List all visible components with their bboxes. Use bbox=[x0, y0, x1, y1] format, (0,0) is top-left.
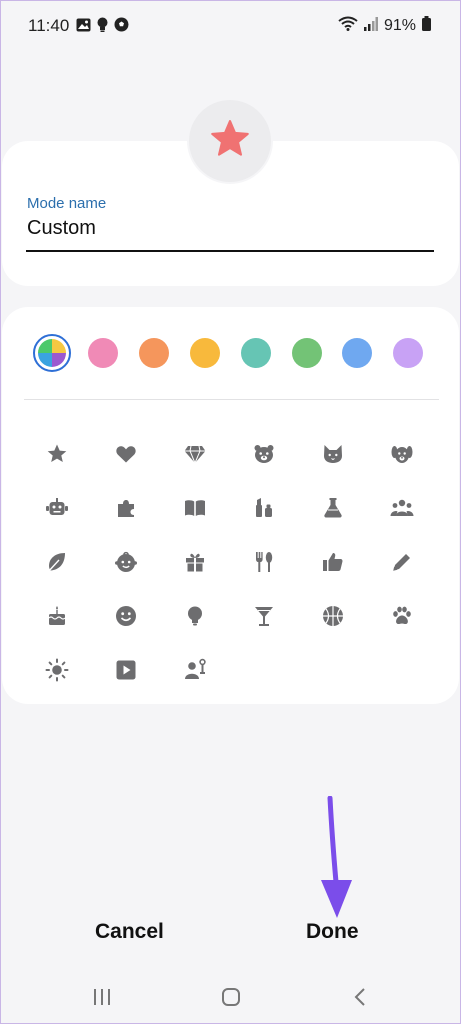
done-button[interactable]: Done bbox=[306, 920, 359, 944]
divider bbox=[24, 399, 439, 400]
color-swatch[interactable] bbox=[87, 338, 118, 368]
cat-icon[interactable] bbox=[317, 438, 349, 470]
navigation-bar bbox=[0, 975, 461, 1020]
star-icon bbox=[209, 119, 251, 164]
cocktail-icon[interactable] bbox=[248, 600, 280, 632]
smiley-icon[interactable] bbox=[110, 600, 142, 632]
back-icon[interactable] bbox=[345, 985, 375, 1009]
color-swatch-row bbox=[33, 334, 427, 372]
action-bar: Cancel Done bbox=[0, 916, 461, 956]
dog-icon[interactable] bbox=[386, 438, 418, 470]
star-icon[interactable] bbox=[41, 438, 73, 470]
icon-color-picker-card bbox=[2, 307, 459, 704]
color-swatch[interactable] bbox=[189, 338, 220, 368]
color-swatch[interactable] bbox=[342, 338, 373, 368]
person-music-icon[interactable] bbox=[179, 654, 211, 686]
home-icon[interactable] bbox=[216, 985, 246, 1009]
diamond-icon[interactable] bbox=[179, 438, 211, 470]
annotation-arrow bbox=[316, 795, 358, 925]
color-swatch-multicolor[interactable] bbox=[33, 334, 71, 372]
recents-icon[interactable] bbox=[87, 985, 117, 1009]
bear-icon[interactable] bbox=[248, 438, 280, 470]
group-icon[interactable] bbox=[386, 492, 418, 524]
battery-icon bbox=[422, 16, 431, 36]
cancel-button[interactable]: Cancel bbox=[95, 920, 164, 944]
mode-name-input[interactable]: Custom bbox=[27, 217, 96, 240]
mode-name-label: Mode name bbox=[27, 195, 107, 212]
heart-icon[interactable] bbox=[110, 438, 142, 470]
wifi-icon bbox=[338, 16, 358, 36]
flask-icon[interactable] bbox=[317, 492, 349, 524]
color-swatch[interactable] bbox=[393, 338, 424, 368]
birthday-cake-icon[interactable] bbox=[41, 600, 73, 632]
book-icon[interactable] bbox=[179, 492, 211, 524]
gallery-icon bbox=[76, 18, 91, 37]
soccer-icon bbox=[114, 17, 129, 37]
signal-icon bbox=[363, 16, 378, 36]
mode-icon-preview[interactable] bbox=[189, 100, 271, 182]
status-bar: 11:40 91% bbox=[0, 0, 461, 52]
basketball-icon[interactable] bbox=[317, 600, 349, 632]
cosmetics-icon[interactable] bbox=[248, 492, 280, 524]
color-swatch[interactable] bbox=[240, 338, 271, 368]
thumbs-up-icon[interactable] bbox=[317, 546, 349, 578]
battery-percent: 91% bbox=[383, 17, 416, 34]
input-underline bbox=[26, 250, 434, 252]
color-swatch[interactable] bbox=[291, 338, 322, 368]
paw-icon[interactable] bbox=[386, 600, 418, 632]
bulb-icon bbox=[97, 17, 108, 37]
robot-icon[interactable] bbox=[41, 492, 73, 524]
gift-icon[interactable] bbox=[179, 546, 211, 578]
baby-icon[interactable] bbox=[110, 546, 142, 578]
color-swatch[interactable] bbox=[138, 338, 169, 368]
leaf-icon[interactable] bbox=[41, 546, 73, 578]
sun-icon[interactable] bbox=[41, 654, 73, 686]
lightbulb-icon[interactable] bbox=[179, 600, 211, 632]
status-time: 11:40 bbox=[28, 16, 70, 35]
pencil-icon[interactable] bbox=[386, 546, 418, 578]
cutlery-icon[interactable] bbox=[248, 546, 280, 578]
play-icon[interactable] bbox=[110, 654, 142, 686]
puzzle-icon[interactable] bbox=[110, 492, 142, 524]
